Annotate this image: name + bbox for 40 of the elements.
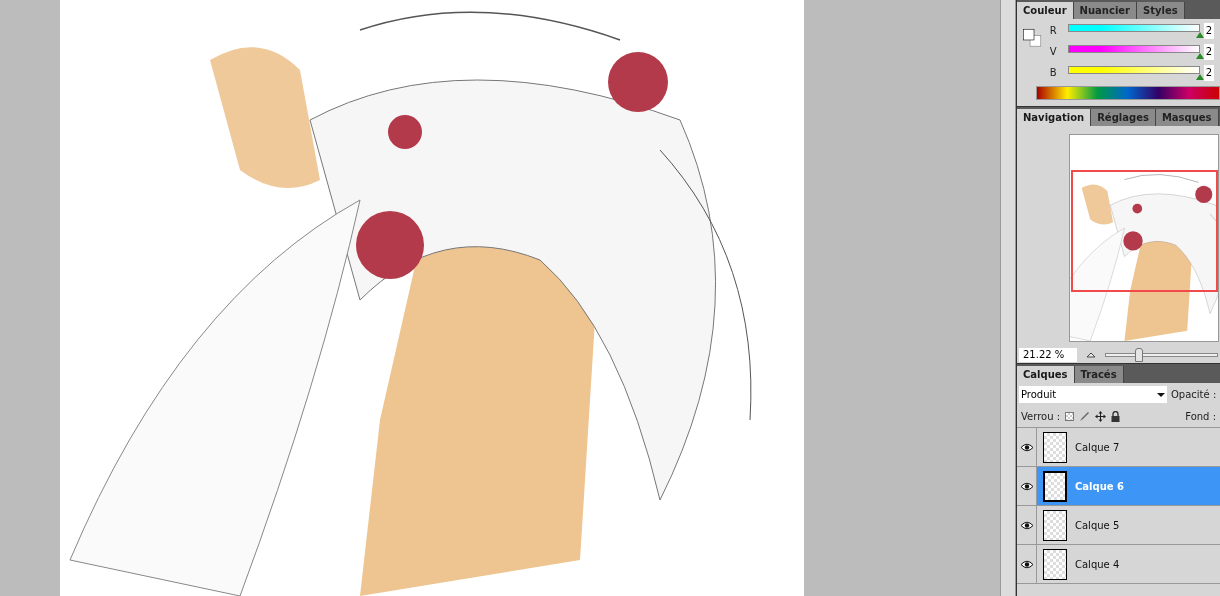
zoom-out-icon[interactable] (1085, 352, 1097, 358)
brush-icon[interactable] (1079, 410, 1091, 422)
panel-tab[interactable]: Masques (1155, 109, 1219, 126)
layer-thumbnail (1043, 509, 1067, 541)
zoom-slider[interactable] (1105, 348, 1218, 362)
view-box[interactable] (1071, 170, 1218, 292)
panel-tab[interactable]: Couleur (1017, 2, 1074, 19)
blend-mode-dropdown[interactable]: Produit (1019, 386, 1167, 403)
eye-icon[interactable] (1019, 520, 1034, 530)
layer-thumbnail (1043, 548, 1067, 580)
panel-tab[interactable]: Tracés (1074, 366, 1124, 383)
channel-value[interactable]: 2 (1203, 23, 1214, 39)
eye-icon[interactable] (1019, 442, 1034, 452)
eye-icon[interactable] (1019, 481, 1034, 491)
panel-tab[interactable]: Styles (1137, 2, 1185, 19)
channel-value[interactable]: 2 (1203, 65, 1214, 81)
panel-tab[interactable]: Navigation (1017, 109, 1092, 126)
layer-row[interactable]: Calque 7 (1037, 428, 1220, 466)
scrollbar[interactable] (1000, 0, 1016, 596)
checker-icon[interactable] (1065, 411, 1075, 421)
channel-label: R (1049, 25, 1058, 37)
opacity-label: Opacité : (1171, 388, 1217, 402)
color-spectrum[interactable] (1036, 86, 1220, 100)
panel-tab[interactable]: Calques (1017, 366, 1075, 383)
zoom-field[interactable]: 21.22 % (1019, 348, 1077, 362)
caret-icon (1157, 392, 1165, 397)
move-icon[interactable] (1095, 410, 1107, 422)
lock-icon[interactable] (1111, 410, 1121, 422)
layer-thumbnail (1043, 431, 1067, 463)
fill-label: Fond : (1185, 409, 1216, 424)
channel-value[interactable]: 2 (1203, 44, 1214, 60)
panel-tab[interactable]: Réglages (1091, 109, 1156, 126)
layer-row[interactable]: Calque 5 (1037, 506, 1220, 544)
channel-label: B (1049, 67, 1058, 79)
channel-label: V (1049, 46, 1058, 58)
layer-row[interactable]: Calque 4 (1037, 545, 1220, 583)
layer-thumbnail (1043, 470, 1067, 502)
lock-label: Verrou : (1021, 409, 1061, 424)
eye-icon[interactable] (1019, 559, 1034, 569)
panel-tab[interactable]: Nuancier (1073, 2, 1138, 19)
